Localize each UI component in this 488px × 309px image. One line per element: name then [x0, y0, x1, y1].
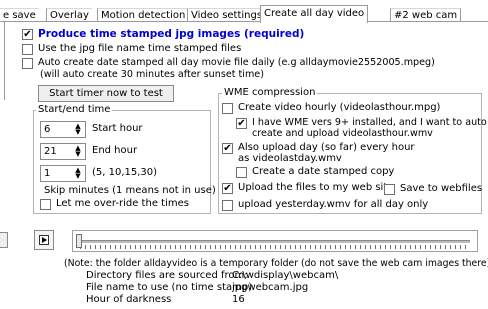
auto-create-note: (will auto create 30 minutes after sunse… [40, 69, 264, 80]
upload-yesterday-checkbox[interactable] [222, 200, 233, 211]
produce-jpg-label: Produce time stamped jpg images (require… [38, 28, 305, 40]
spinner-arrows-icon[interactable]: ▲ ▼ [72, 123, 84, 136]
hourly-video-label: Create video hourly (videolasthour.mpg) [238, 102, 441, 113]
tab-video-settings[interactable]: Video settings [187, 8, 266, 22]
override-times-checkbox[interactable] [40, 199, 51, 210]
video-position-slider[interactable] [72, 230, 478, 252]
date-stamped-copy-checkbox[interactable] [236, 167, 247, 178]
start-hour-label: Start hour [92, 123, 143, 134]
tab-motion-detection[interactable]: Motion detection [97, 8, 189, 22]
upload-day-checkbox[interactable]: ✔ [222, 143, 233, 154]
save-webfiles-checkbox[interactable] [384, 184, 395, 195]
start-timer-button[interactable]: Start timer now to test [38, 85, 174, 102]
skip-minutes-hint: (5, 10,15,30) [92, 167, 158, 178]
upload-day-label-line1: Also upload day (so far) every hour [238, 142, 415, 153]
slider-thumb[interactable] [76, 234, 82, 248]
produce-jpg-checkbox[interactable]: ✔ [22, 29, 33, 40]
tab-overlay[interactable]: Overlay [46, 8, 92, 22]
use-jpg-name-checkbox[interactable] [22, 44, 33, 55]
file-name-label: File name to use (no time stamp) [86, 282, 253, 293]
upload-day-label-line2: as videolastday.wmv [238, 153, 342, 164]
wme9-label-line1: I have WME vers 9+ installed, and I want… [252, 117, 487, 128]
date-stamped-copy-label: Create a date stamped copy [252, 166, 395, 177]
directory-value: C:\wdisplay\webcam\ [232, 270, 339, 281]
play-icon [39, 235, 49, 245]
override-times-label: Let me over-ride the times [56, 198, 189, 209]
auto-create-label: Auto create date stamped all day movie f… [38, 57, 435, 68]
wme9-label-line2: create and upload videolasthour.wmv [252, 128, 433, 139]
spinner-arrows-icon[interactable]: ▲ ▼ [72, 145, 84, 158]
tab-create-all-day-video[interactable]: Create all day video [260, 5, 369, 23]
slider-track [80, 240, 470, 243]
hour-of-darkness-label: Hour of darkness [86, 294, 172, 305]
file-name-value: jpgwebcam.jpg [232, 282, 309, 293]
play-button[interactable] [34, 230, 54, 250]
skip-minutes-label: Skip minutes (1 means not in use) [44, 185, 216, 196]
tab-web-cam-2[interactable]: #2 web cam [390, 8, 462, 22]
wme-compression-title: WME compression [222, 87, 318, 98]
partial-control-button[interactable] [0, 232, 8, 248]
slider-ticks [80, 245, 470, 249]
start-hour-value: 6 [44, 124, 51, 135]
directory-label: Directory files are sourced from: [86, 270, 248, 281]
tab-strip: e save Overlay Motion detection Video se… [0, 0, 488, 23]
upload-files-checkbox[interactable]: ✔ [222, 183, 233, 194]
hourly-video-checkbox[interactable] [222, 103, 233, 114]
left-edge-frame [0, 22, 5, 100]
use-jpg-name-label: Use the jpg file name time stamped files [38, 43, 242, 54]
auto-create-checkbox[interactable] [22, 58, 33, 69]
skip-minutes-value: 1 [44, 168, 51, 179]
save-webfiles-label: Save to webfiles [400, 183, 483, 194]
skip-minutes-spinner[interactable]: 1 ▲ ▼ [40, 165, 86, 182]
start-end-time-title: Start/end time [36, 104, 113, 115]
upload-yesterday-label: upload yesterday.wmv for all day only [238, 199, 429, 210]
end-hour-spinner[interactable]: 21 ▲ ▼ [40, 143, 86, 160]
end-hour-value: 21 [44, 146, 57, 157]
temp-folder-note: (Note: the folder alldayvideo is a tempo… [64, 258, 488, 269]
tab-file-save[interactable]: e save [0, 8, 39, 22]
hour-of-darkness-value: 16 [232, 294, 245, 305]
wme9-checkbox[interactable]: ✔ [236, 118, 247, 129]
start-hour-spinner[interactable]: 6 ▲ ▼ [40, 121, 86, 138]
end-hour-label: End hour [92, 145, 138, 156]
spinner-arrows-icon[interactable]: ▲ ▼ [72, 167, 84, 180]
tab-divider [0, 21, 488, 22]
upload-files-label: Upload the files to my web site [238, 182, 394, 193]
